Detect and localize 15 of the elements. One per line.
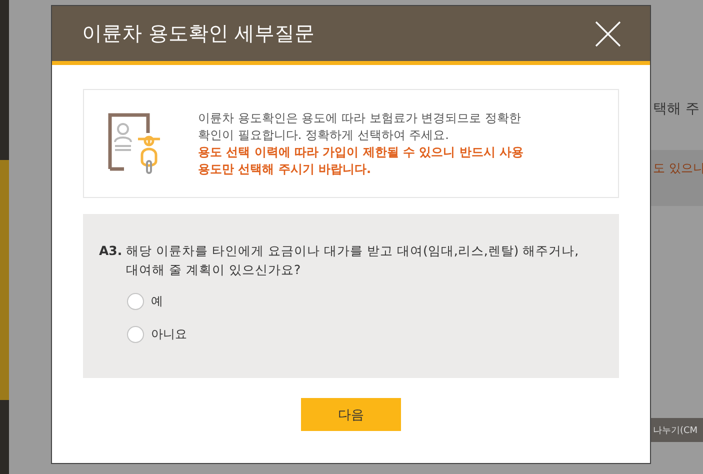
next-button[interactable]: 다음 bbox=[301, 398, 401, 431]
question-number: A3. bbox=[99, 242, 122, 260]
background-text: 택해 주 bbox=[653, 100, 700, 118]
option-label[interactable]: 예 bbox=[151, 293, 163, 310]
background-text: 도 있으니 bbox=[653, 160, 703, 177]
warning-text: 용도 선택 이력에 따라 가입이 제한될 수 있으니 반드시 사용 용도만 선택해 주시기 바랍니다. bbox=[198, 144, 525, 178]
background-text: 나누기(CM bbox=[653, 425, 698, 437]
close-button[interactable] bbox=[594, 20, 622, 48]
radio-button[interactable] bbox=[127, 293, 144, 310]
dialog-title: 이륜차 용도확인 세부질문 bbox=[82, 20, 315, 47]
option-label[interactable]: 아니요 bbox=[151, 326, 187, 343]
radio-button[interactable] bbox=[127, 326, 144, 343]
close-icon bbox=[594, 20, 622, 48]
question-text: 해당 이륜차를 타인에게 요금이나 대가를 받고 대여(임대,리스,렌탈) 해주거나, 대여해 줄 계획이 있으신가요? bbox=[126, 242, 580, 279]
notice-text: 이륜차 용도확인은 용도에 따라 보험료가 변경되므로 정확한 확인이 필요합니다. 정확하게 선택하여 주세요. bbox=[198, 110, 522, 144]
